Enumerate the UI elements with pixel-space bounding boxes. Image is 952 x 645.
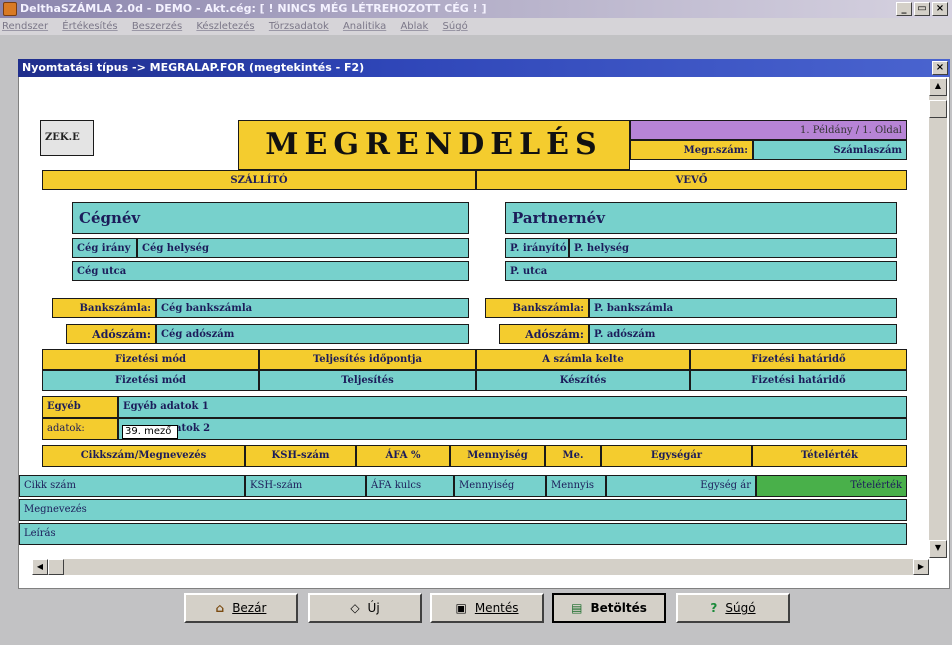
ceg-adoszam-field[interactable]: Cég adószám (156, 324, 469, 344)
p-helyseg-field[interactable]: P. helység (569, 238, 897, 258)
row-cikkszam[interactable]: Cikk szám (19, 475, 245, 497)
menu-ablak[interactable]: Ablak (400, 21, 428, 32)
door-icon: ⌂ (215, 601, 225, 615)
child-title-bar: Nyomtatási típus -> MEGRALAP.FOR (megtek… (18, 59, 950, 77)
megr-szam-label[interactable]: Megr.szám: (630, 140, 753, 160)
app-title: DelthaSZÁMLA 2.0d - DEMO - Akt.cég: [ ! … (20, 2, 487, 15)
col-egysegar[interactable]: Egységár (601, 445, 752, 467)
menu-beszerzes[interactable]: Beszerzés (132, 21, 182, 32)
scroll-down-arrow-icon[interactable]: ▼ (929, 540, 947, 558)
child-title: Nyomtatási típus -> MEGRALAP.FOR (megtek… (22, 61, 365, 74)
menu-analitika[interactable]: Analitika (343, 21, 386, 32)
menu-keszletezes[interactable]: Készletezés (196, 21, 254, 32)
hdr-teljesites[interactable]: Teljesítés időpontja (259, 349, 476, 370)
betoltes-button[interactable]: ▤ Betöltés (552, 593, 666, 623)
row-megnevezes[interactable]: Megnevezés (19, 499, 907, 521)
hdr-hatarido[interactable]: Fizetési határidő (690, 349, 907, 370)
val-teljesites[interactable]: Teljesítés (259, 370, 476, 391)
menu-torzsadatok[interactable]: Törzsadatok (269, 21, 329, 32)
help-icon: ? (710, 601, 718, 615)
row-ksh[interactable]: KSH-szám (245, 475, 366, 497)
child-close-button[interactable]: × (932, 61, 948, 75)
uj-label: Új (367, 601, 380, 615)
ceg-helyseg-field[interactable]: Cég helység (137, 238, 469, 258)
menu-sugo[interactable]: Súgó (443, 21, 468, 32)
mentes-button[interactable]: ▣ Mentés (430, 593, 544, 623)
col-afa[interactable]: ÁFA % (356, 445, 450, 467)
bezar-button[interactable]: ⌂ Bezár (184, 593, 298, 623)
app-title-bar: DelthaSZÁMLA 2.0d - DEMO - Akt.cég: [ ! … (0, 0, 952, 18)
field-tooltip: 39. mező (122, 425, 178, 439)
row-egysegar[interactable]: Egység ár (606, 475, 756, 497)
row-afa[interactable]: ÁFA kulcs (366, 475, 454, 497)
ceg-bankszamla-label[interactable]: Bankszámla: (52, 298, 156, 318)
scroll-left-arrow-icon[interactable]: ◀ (32, 559, 48, 575)
p-adoszam-label[interactable]: Adószám: (499, 324, 589, 344)
menu-rendszer[interactable]: Rendszer (2, 21, 48, 32)
vertical-scrollbar[interactable] (929, 78, 947, 558)
scroll-right-arrow-icon[interactable]: ▶ (913, 559, 929, 575)
app-icon (3, 2, 17, 16)
sugo-button[interactable]: ? Súgó (676, 593, 790, 623)
menu-ertekesites[interactable]: Értékesítés (62, 21, 117, 32)
val-keszites[interactable]: Készítés (476, 370, 690, 391)
col-cikkszam[interactable]: Cikkszám/Megnevezés (42, 445, 245, 467)
p-bankszamla-field[interactable]: P. bankszámla (589, 298, 897, 318)
hdr-kelte[interactable]: A számla kelte (476, 349, 690, 370)
vertical-scroll-thumb[interactable] (929, 100, 947, 118)
close-button[interactable]: × (932, 2, 948, 16)
horizontal-scroll-thumb[interactable] (48, 559, 64, 575)
load-icon: ▤ (571, 601, 583, 615)
row-tetelertek[interactable]: Tételérték (756, 475, 907, 497)
val-fizetesi-mod[interactable]: Fizetési mód (42, 370, 259, 391)
scroll-up-arrow-icon[interactable]: ▲ (929, 78, 947, 96)
minimize-button[interactable]: _ (896, 2, 912, 16)
form-title[interactable]: MEGRENDELÉS (238, 120, 630, 170)
col-tetelertek[interactable]: Tételérték (752, 445, 907, 467)
p-adoszam-field[interactable]: P. adószám (589, 324, 897, 344)
horizontal-scrollbar[interactable] (32, 559, 929, 575)
logo-field[interactable]: ZEK.E (40, 120, 94, 156)
row-mennyiseg[interactable]: Mennyiség (454, 475, 546, 497)
mentes-label: Mentés (474, 601, 519, 615)
ceg-bankszamla-field[interactable]: Cég bankszámla (156, 298, 469, 318)
col-mennyiseg[interactable]: Mennyiség (450, 445, 545, 467)
ceg-adoszam-label[interactable]: Adószám: (66, 324, 156, 344)
bezar-label: Bezár (232, 601, 267, 615)
hdr-fizetesi-mod[interactable]: Fizetési mód (42, 349, 259, 370)
egyeb-label[interactable]: Egyéb (42, 396, 118, 418)
row-mennyis2[interactable]: Mennyis (546, 475, 606, 497)
egyeb-adatok1-field[interactable]: Egyéb adatok 1 (118, 396, 907, 418)
row-leiras[interactable]: Leírás (19, 523, 907, 545)
form-canvas: ZEK.E MEGRENDELÉS 1. Példány / 1. Oldal … (19, 78, 927, 558)
peldany-field[interactable]: 1. Példány / 1. Oldal (630, 120, 907, 140)
eraser-icon: ◇ (350, 601, 360, 615)
val-hatarido[interactable]: Fizetési határidő (690, 370, 907, 391)
menu-bar: Rendszer Értékesítés Beszerzés Készletez… (0, 18, 952, 35)
p-utca-field[interactable]: P. utca (505, 261, 897, 281)
uj-button[interactable]: ◇ Új (308, 593, 422, 623)
partnernev-field[interactable]: Partnernév (505, 202, 897, 234)
sugo-label: Súgó (725, 601, 756, 615)
ceg-utca-field[interactable]: Cég utca (72, 261, 469, 281)
restore-button[interactable]: ▭ (914, 2, 930, 16)
szallito-header[interactable]: SZÁLLÍTÓ (42, 170, 476, 190)
betoltes-label: Betöltés (590, 601, 647, 615)
p-bankszamla-label[interactable]: Bankszámla: (485, 298, 589, 318)
ceg-iranyito-field[interactable]: Cég irány (72, 238, 137, 258)
szamlaszam-field[interactable]: Számlaszám (753, 140, 907, 160)
vevo-header[interactable]: VEVŐ (476, 170, 907, 190)
save-icon: ▣ (455, 601, 467, 615)
col-ksh[interactable]: KSH-szám (245, 445, 356, 467)
egyeb-adatok2-field[interactable]: atok 2 (118, 418, 907, 440)
cegnev-field[interactable]: Cégnév (72, 202, 469, 234)
col-me[interactable]: Me. (545, 445, 601, 467)
p-iranyito-field[interactable]: P. irányító (505, 238, 569, 258)
adatok-label[interactable]: adatok: (42, 418, 118, 440)
